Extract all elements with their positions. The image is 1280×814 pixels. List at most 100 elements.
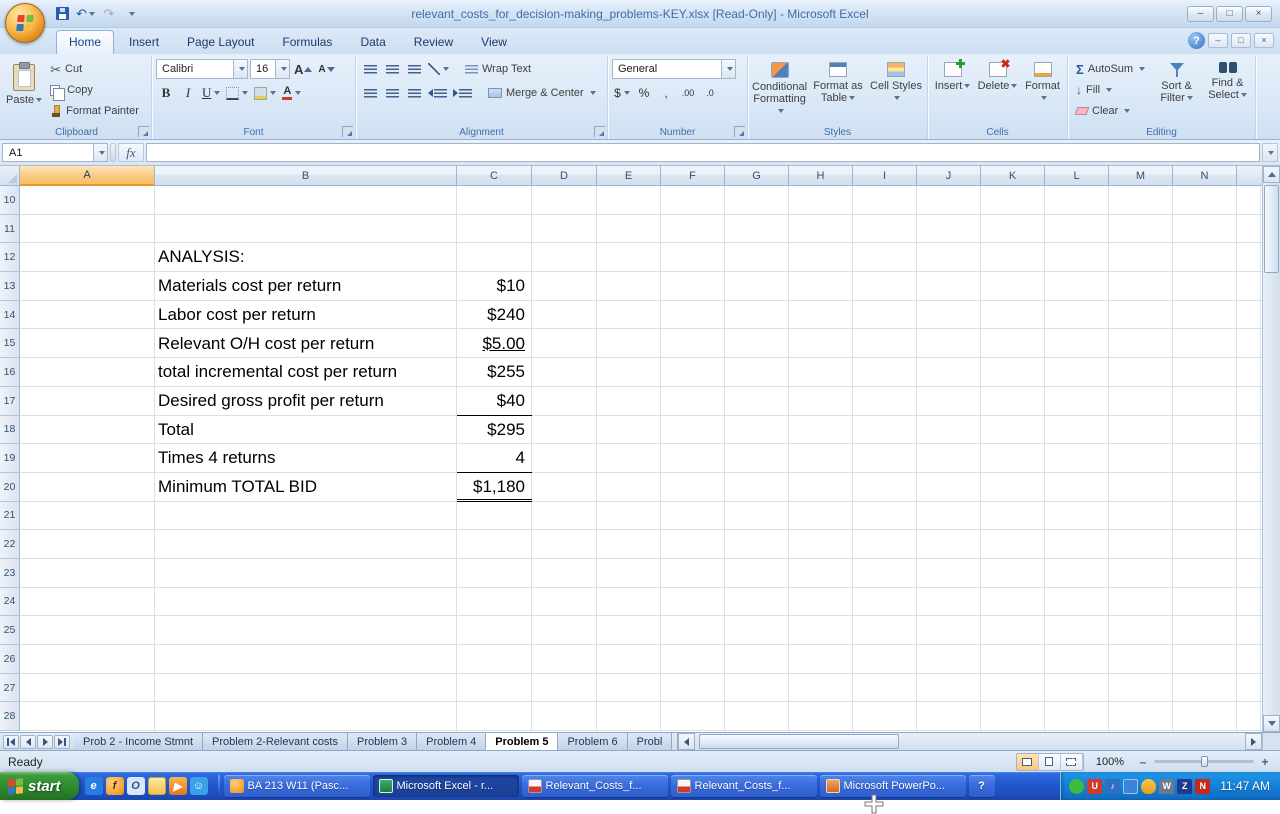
help-button[interactable]: ? <box>1188 32 1205 49</box>
row-header-15[interactable]: 15 <box>0 329 20 358</box>
row-header-19[interactable]: 19 <box>0 444 20 473</box>
font-name-select[interactable]: Calibri <box>156 59 248 79</box>
folder-icon[interactable] <box>148 777 166 795</box>
row-header-13[interactable]: 13 <box>0 272 20 301</box>
zoom-slider-thumb[interactable] <box>1201 756 1208 767</box>
cell-C20[interactable]: $1,180 <box>457 473 532 502</box>
scroll-up-button[interactable] <box>1263 166 1280 183</box>
accounting-format-button[interactable]: $ <box>612 83 632 103</box>
normal-view-button[interactable] <box>1017 754 1039 770</box>
cell-B19[interactable]: Times 4 returns <box>158 444 275 473</box>
vertical-scrollbar[interactable] <box>1262 166 1280 732</box>
vertical-scroll-track[interactable] <box>1263 183 1280 715</box>
horizontal-scroll-thumb[interactable] <box>699 734 899 749</box>
cell-C18[interactable]: $295 <box>457 416 532 445</box>
sheet-tab[interactable]: Problem 6 <box>558 733 627 750</box>
next-sheet-button[interactable] <box>37 735 53 749</box>
cell-B13[interactable]: Materials cost per return <box>158 272 341 301</box>
clear-button[interactable]: Clear <box>1072 101 1149 121</box>
column-header-B[interactable]: B <box>155 166 457 186</box>
messenger-icon[interactable]: ☺ <box>190 777 208 795</box>
column-header-A[interactable]: A <box>20 166 155 186</box>
update-icon[interactable]: U <box>1087 779 1102 794</box>
fill-button[interactable]: ↓Fill <box>1072 80 1149 100</box>
font-color-button[interactable]: A <box>280 83 303 103</box>
wireless-icon[interactable]: W <box>1159 779 1174 794</box>
cell-C13[interactable]: $10 <box>457 272 532 301</box>
ribbon-tab[interactable]: Formulas <box>269 30 345 54</box>
decrease-decimal-button[interactable]: .0 <box>700 83 720 103</box>
workbook-close-button[interactable]: × <box>1254 33 1274 48</box>
grow-font-button[interactable]: A <box>292 59 314 79</box>
page-layout-view-button[interactable] <box>1039 754 1061 770</box>
last-sheet-button[interactable] <box>54 735 70 749</box>
cell-B12[interactable]: ANALYSIS: <box>158 243 245 272</box>
cells-button[interactable]: Delete <box>977 59 1018 92</box>
font-size-select[interactable]: 16 <box>250 59 290 79</box>
ribbon-tab[interactable]: Page Layout <box>174 30 267 54</box>
row-header-22[interactable]: 22 <box>0 530 20 559</box>
shrink-font-button[interactable]: A <box>316 59 336 79</box>
minimize-button[interactable]: – <box>1187 6 1214 22</box>
ribbon-tab[interactable]: Data <box>347 30 398 54</box>
wrap-text-button[interactable]: Wrap Text <box>461 59 535 79</box>
row-header-27[interactable]: 27 <box>0 674 20 703</box>
column-header-D[interactable]: D <box>532 166 597 186</box>
row-header-11[interactable]: 11 <box>0 215 20 244</box>
cell-C17[interactable]: $40 <box>457 387 532 416</box>
scroll-right-button[interactable] <box>1245 733 1262 750</box>
column-header-K[interactable]: K <box>981 166 1045 186</box>
save-button[interactable] <box>52 5 72 23</box>
align-center-button[interactable] <box>382 83 402 103</box>
cell-C19[interactable]: 4 <box>457 444 532 473</box>
taskbar-window-button[interactable]: BA 213 W11 (Pasc... <box>224 775 370 797</box>
clipboard-dialog-launcher[interactable] <box>138 126 149 137</box>
row-header-20[interactable]: 20 <box>0 473 20 502</box>
percent-style-button[interactable]: % <box>634 83 654 103</box>
column-header-I[interactable]: I <box>853 166 917 186</box>
cell-B20[interactable]: Minimum TOTAL BID <box>158 473 317 502</box>
increase-indent-button[interactable] <box>451 83 474 103</box>
start-button[interactable]: start <box>0 772 79 800</box>
styles-button[interactable]: Cell Styles <box>869 59 923 104</box>
cells-button[interactable]: Insert <box>932 59 973 92</box>
media-player-icon[interactable]: ▶ <box>169 777 187 795</box>
align-top-button[interactable] <box>360 59 380 79</box>
sheet-grid[interactable]: 10111213141516171819202122232425262728 A… <box>0 186 1262 732</box>
green-status-icon[interactable] <box>1069 779 1084 794</box>
qat-customize-button[interactable] <box>121 5 141 23</box>
styles-button[interactable]: Format as Table <box>811 59 865 104</box>
cell-C15[interactable]: $5.00 <box>457 330 532 359</box>
redo-button[interactable]: ↷ <box>99 5 119 23</box>
comma-style-button[interactable]: , <box>656 83 676 103</box>
horizontal-scrollbar[interactable] <box>678 733 1262 750</box>
scroll-left-button[interactable] <box>678 733 695 750</box>
page-break-view-button[interactable] <box>1061 754 1083 770</box>
paste-button[interactable]: Paste <box>6 59 42 106</box>
decrease-indent-button[interactable] <box>426 83 449 103</box>
cell-B16[interactable]: total incremental cost per return <box>158 358 397 387</box>
column-header-L[interactable]: L <box>1045 166 1109 186</box>
row-header-16[interactable]: 16 <box>0 358 20 387</box>
alignment-dialog-launcher[interactable] <box>594 126 605 137</box>
vertical-scroll-thumb[interactable] <box>1264 185 1279 273</box>
ribbon-tab[interactable]: Home <box>56 30 114 54</box>
borders-button[interactable] <box>224 83 250 103</box>
first-sheet-button[interactable] <box>3 735 19 749</box>
styles-button[interactable]: Conditional Formatting <box>752 59 807 117</box>
undo-button[interactable]: ↶ <box>74 5 97 23</box>
taskbar-window-button[interactable]: Microsoft PowerPo... <box>820 775 966 797</box>
autosum-button[interactable]: ΣAutoSum <box>1072 59 1149 79</box>
formula-input[interactable] <box>146 143 1260 162</box>
sheet-tab[interactable]: Problem 2-Relevant costs <box>203 733 348 750</box>
taskbar-clock[interactable]: 11:47 AM <box>1220 779 1270 793</box>
orientation-button[interactable] <box>426 59 451 79</box>
ribbon-tab[interactable]: View <box>468 30 520 54</box>
row-header-26[interactable]: 26 <box>0 645 20 674</box>
zoom-level[interactable]: 100% <box>1096 756 1124 768</box>
cut-button[interactable]: ✂Cut <box>46 59 143 79</box>
column-header-N[interactable]: N <box>1173 166 1237 186</box>
row-header-24[interactable]: 24 <box>0 588 20 617</box>
select-all-button[interactable] <box>0 166 20 186</box>
close-button[interactable]: × <box>1245 6 1272 22</box>
